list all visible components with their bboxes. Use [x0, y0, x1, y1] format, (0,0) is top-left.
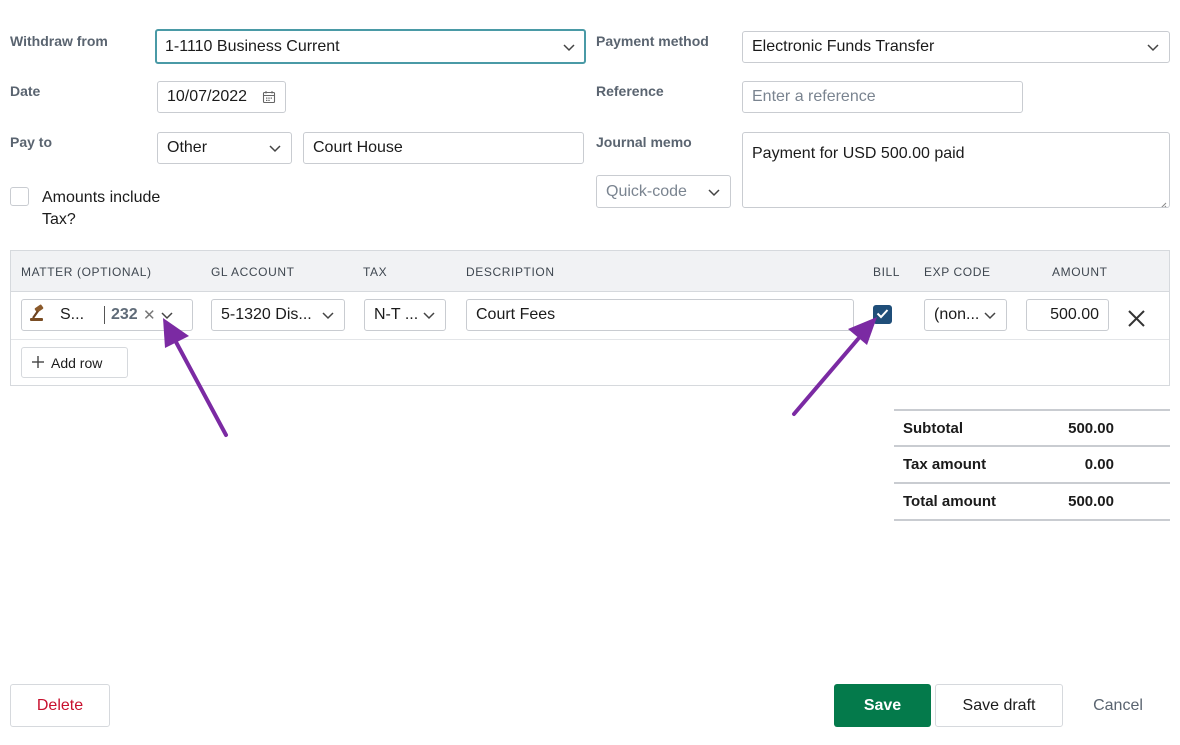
- payment-method-value: Electronic Funds Transfer: [752, 38, 935, 55]
- checkmark-icon: [876, 306, 889, 324]
- exp-code-value: (non...: [934, 306, 980, 323]
- total-amount-value: 500.00: [1068, 493, 1114, 510]
- column-header-amount: AMOUNT: [1052, 265, 1108, 279]
- date-value: 10/07/2022: [167, 88, 248, 105]
- gavel-icon: [28, 304, 50, 327]
- chevron-down-icon: [562, 40, 576, 54]
- journal-memo-value: Payment for USD 500.00 paid: [752, 145, 965, 162]
- date-label: Date: [10, 83, 41, 99]
- subtotal-row: Subtotal 500.00: [894, 409, 1170, 446]
- save-button-label: Save: [863, 696, 902, 714]
- matter-number: 232: [111, 306, 138, 323]
- resize-grip-icon[interactable]: [1159, 197, 1167, 207]
- journal-memo-textarea[interactable]: Payment for USD 500.00 paid: [742, 132, 1170, 208]
- tax-code-value: N-T ...: [374, 306, 419, 323]
- chevron-down-icon: [268, 141, 282, 155]
- tax-amount-row: Tax amount 0.00: [894, 445, 1170, 482]
- description-value: Court Fees: [476, 306, 556, 323]
- gl-account-value: 5-1320 Dis...: [221, 306, 312, 323]
- bill-checkbox[interactable]: [873, 305, 892, 324]
- chevron-down-icon: [707, 185, 721, 199]
- withdraw-from-value: 1-1110 Business Current: [165, 37, 340, 55]
- amounts-include-tax-checkbox[interactable]: [10, 187, 29, 206]
- reference-label: Reference: [596, 83, 664, 99]
- amount-value: 500.00: [1050, 306, 1099, 323]
- description-input[interactable]: Court Fees: [466, 299, 854, 331]
- quick-code-select[interactable]: Quick-code: [596, 175, 731, 208]
- tax-code-select[interactable]: N-T ...: [364, 299, 446, 331]
- pay-to-name-input[interactable]: Court House: [303, 132, 584, 164]
- plus-icon: [32, 355, 44, 371]
- matter-name: S...: [60, 306, 85, 323]
- gl-account-select[interactable]: 5-1320 Dis...: [211, 299, 345, 331]
- cancel-button[interactable]: Cancel: [1072, 684, 1164, 727]
- tax-amount-value: 0.00: [1084, 456, 1114, 473]
- total-amount-row: Total amount 500.00: [894, 482, 1170, 521]
- reference-placeholder: Enter a reference: [752, 88, 876, 105]
- matter-select[interactable]: S... 232 ✕: [21, 299, 193, 331]
- journal-memo-label: Journal memo: [596, 134, 692, 150]
- delete-button[interactable]: Delete: [10, 684, 110, 727]
- save-draft-button[interactable]: Save draft: [935, 684, 1063, 727]
- chevron-down-icon: [422, 308, 436, 322]
- total-amount-label: Total amount: [903, 493, 997, 510]
- grid-header: MATTER (OPTIONAL) GL ACCOUNT TAX DESCRIP…: [11, 251, 1169, 292]
- pay-to-type-value: Other: [167, 139, 208, 156]
- cancel-button-label: Cancel: [1093, 696, 1143, 714]
- chevron-down-icon: [321, 308, 335, 322]
- amounts-include-tax-label: Amounts include Tax?: [42, 189, 161, 228]
- date-input[interactable]: 10/07/2022: [157, 81, 286, 113]
- pay-to-type-select[interactable]: Other: [157, 132, 292, 164]
- quick-code-placeholder: Quick-code: [606, 182, 687, 200]
- save-button[interactable]: Save: [834, 684, 931, 727]
- save-draft-button-label: Save draft: [962, 696, 1036, 714]
- chevron-down-icon: [983, 308, 997, 322]
- add-row-label: Add row: [51, 354, 103, 371]
- subtotal-label: Subtotal: [903, 420, 963, 437]
- pay-to-name-value: Court House: [313, 139, 403, 156]
- payment-method-label: Payment method: [596, 33, 709, 49]
- column-header-exp-code: EXP CODE: [924, 265, 991, 279]
- exp-code-select[interactable]: (non...: [924, 299, 1007, 331]
- column-header-tax: TAX: [363, 265, 388, 279]
- payment-method-select[interactable]: Electronic Funds Transfer: [742, 31, 1170, 63]
- subtotal-value: 500.00: [1068, 420, 1114, 437]
- withdraw-from-select[interactable]: 1-1110 Business Current: [155, 29, 586, 64]
- delete-button-label: Delete: [36, 696, 84, 714]
- calendar-icon[interactable]: [262, 90, 276, 104]
- column-header-gl-account: GL ACCOUNT: [211, 265, 295, 279]
- withdraw-from-label: Withdraw from: [10, 33, 108, 49]
- column-header-bill: BILL: [873, 265, 901, 279]
- add-row-button[interactable]: Add row: [21, 347, 128, 378]
- row-divider: [11, 339, 1169, 340]
- matter-separator: [104, 306, 105, 324]
- tax-amount-label: Tax amount: [903, 456, 987, 473]
- chevron-down-icon: [1146, 40, 1160, 54]
- pay-to-label: Pay to: [10, 134, 53, 150]
- delete-row-icon[interactable]: [1127, 309, 1146, 333]
- column-header-description: DESCRIPTION: [466, 265, 555, 279]
- amount-input[interactable]: 500.00: [1026, 299, 1109, 331]
- clear-icon[interactable]: ✕: [143, 306, 156, 324]
- chevron-down-icon: [160, 308, 174, 322]
- reference-input[interactable]: Enter a reference: [742, 81, 1023, 113]
- column-header-matter: MATTER (OPTIONAL): [21, 265, 152, 279]
